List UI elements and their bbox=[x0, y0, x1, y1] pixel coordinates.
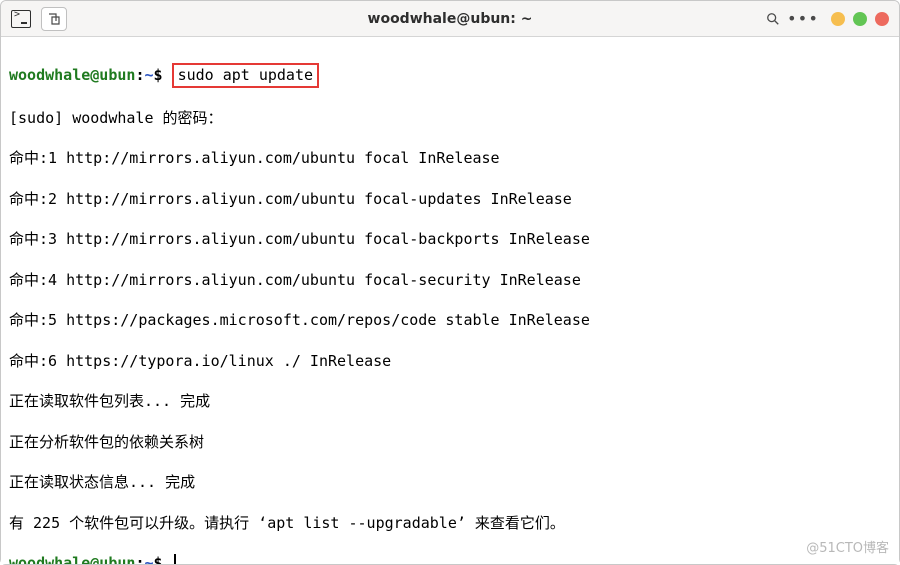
titlebar-right: ••• bbox=[765, 11, 889, 27]
cursor bbox=[174, 554, 176, 564]
output-line: 命中:6 https://typora.io/linux ./ InReleas… bbox=[9, 351, 891, 371]
prompt-path: ~ bbox=[144, 66, 153, 84]
output-line: 命中:5 https://packages.microsoft.com/repo… bbox=[9, 310, 891, 330]
new-tab-button[interactable] bbox=[41, 7, 67, 31]
output-line: 正在读取软件包列表... 完成 bbox=[9, 391, 891, 411]
window-controls bbox=[831, 12, 889, 26]
output-line: 正在读取状态信息... 完成 bbox=[9, 472, 891, 492]
output-line: 正在分析软件包的依赖关系树 bbox=[9, 432, 891, 452]
output-line: 有 225 个软件包可以升级。请执行 ‘apt list --upgradabl… bbox=[9, 513, 891, 533]
plus-icon bbox=[47, 12, 61, 26]
output-line: 命中:4 http://mirrors.aliyun.com/ubuntu fo… bbox=[9, 270, 891, 290]
output-line: 命中:3 http://mirrors.aliyun.com/ubuntu fo… bbox=[9, 229, 891, 249]
highlighted-command: sudo apt update bbox=[172, 63, 319, 87]
search-icon bbox=[766, 12, 780, 26]
search-button[interactable] bbox=[765, 11, 781, 27]
ellipsis-icon: ••• bbox=[787, 11, 819, 27]
terminal-window: woodwhale@ubun: ~ ••• woodwhale@ubun:~$ … bbox=[0, 0, 900, 565]
prompt-line-2: woodwhale@ubun:~$ bbox=[9, 553, 891, 564]
titlebar: woodwhale@ubun: ~ ••• bbox=[1, 1, 899, 37]
output-line: 命中:1 http://mirrors.aliyun.com/ubuntu fo… bbox=[9, 148, 891, 168]
output-line: 命中:2 http://mirrors.aliyun.com/ubuntu fo… bbox=[9, 189, 891, 209]
minimize-button[interactable] bbox=[831, 12, 845, 26]
prompt-line-1: woodwhale@ubun:~$ sudo apt update bbox=[9, 63, 891, 87]
menu-button[interactable]: ••• bbox=[795, 11, 811, 27]
titlebar-left bbox=[11, 7, 67, 31]
prompt-user-host: woodwhale@ubun bbox=[9, 66, 135, 84]
maximize-button[interactable] bbox=[853, 12, 867, 26]
terminal-icon bbox=[11, 10, 31, 28]
watermark: @51CTO博客 bbox=[806, 540, 889, 558]
prompt-dollar: $ bbox=[154, 66, 163, 84]
prompt-user-host: woodwhale@ubun bbox=[9, 554, 135, 564]
prompt-dollar: $ bbox=[154, 554, 163, 564]
close-button[interactable] bbox=[875, 12, 889, 26]
output-line: [sudo] woodwhale 的密码： bbox=[9, 108, 891, 128]
terminal-body[interactable]: woodwhale@ubun:~$ sudo apt update [sudo]… bbox=[1, 37, 899, 564]
prompt-path: ~ bbox=[144, 554, 153, 564]
